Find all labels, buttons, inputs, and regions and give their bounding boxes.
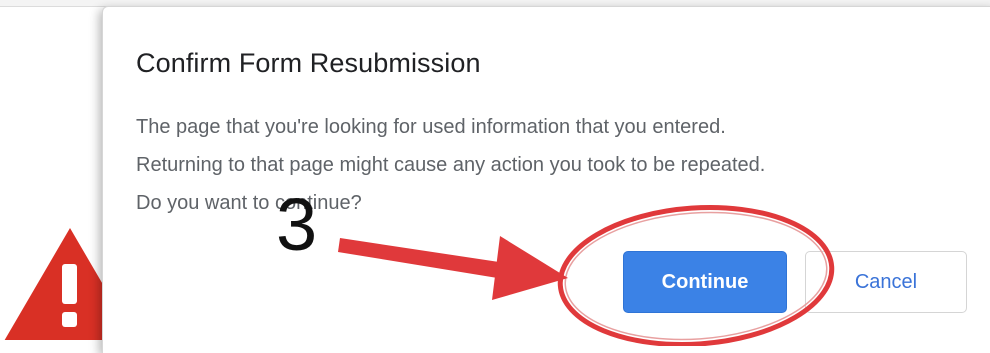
dialog-message-line: Do you want to continue?: [136, 192, 362, 214]
cancel-button[interactable]: Cancel: [805, 251, 967, 313]
dialog-title: Confirm Form Resubmission: [136, 48, 481, 78]
dialog-message-line: The page that you're looking for used in…: [136, 116, 726, 138]
dialog-message: The page that you're looking for used in…: [136, 108, 976, 222]
dialog-message-line: Returning to that page might cause any a…: [136, 154, 766, 176]
confirm-resubmission-dialog: Confirm Form Resubmission The page that …: [102, 6, 990, 353]
continue-button[interactable]: Continue: [623, 251, 787, 313]
annotation-step-number: 3: [276, 183, 318, 266]
